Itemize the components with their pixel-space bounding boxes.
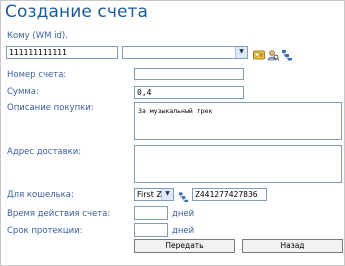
protection-days-input[interactable] — [134, 223, 168, 237]
user-search-icon[interactable] — [267, 46, 280, 61]
address-label: Адрес доставки: — [7, 147, 82, 157]
wallet-type-value: First Z — [137, 190, 162, 199]
recipient-select[interactable]: ▼ — [122, 46, 248, 59]
contacts-list-icon[interactable] — [178, 188, 189, 203]
invoice-form: Создание счета Кому (WM id). 11111111111… — [0, 0, 345, 266]
amount-input[interactable]: 0,4 — [134, 86, 244, 99]
amount-label: Сумма: — [7, 87, 39, 97]
account-number-input[interactable] — [134, 68, 244, 80]
account-number-label: Номер счета: — [7, 70, 67, 80]
chevron-down-icon[interactable]: ▼ — [161, 189, 173, 200]
expiry-days-unit: дней — [172, 209, 195, 219]
expiry-days-input[interactable] — [134, 206, 168, 220]
page-title: Создание счета — [5, 2, 149, 22]
expiry-label: Время действия счета: — [7, 209, 111, 219]
contacts-list-icon[interactable] — [281, 46, 293, 61]
recipient-wmid-input[interactable]: 111111111111 — [6, 46, 118, 59]
recipient-label: Кому (WM id). — [7, 31, 68, 41]
wallet-label: Для кошелька: — [7, 190, 74, 200]
wallet-type-select[interactable]: First Z ▼ — [134, 188, 174, 201]
protection-days-unit: дней — [172, 226, 195, 236]
description-label: Описание покупки: — [7, 103, 94, 113]
back-button[interactable]: Назад — [242, 239, 343, 253]
submit-button[interactable]: Передать — [134, 239, 235, 253]
chevron-down-icon[interactable]: ▼ — [235, 47, 247, 58]
description-textarea[interactable]: За музыкальный трек — [134, 102, 342, 140]
protection-label: Срок протекции: — [7, 226, 83, 236]
wallet-card-icon[interactable] — [253, 46, 265, 60]
address-textarea[interactable] — [134, 145, 342, 183]
wallet-number-input[interactable]: Z441277427836 — [192, 188, 267, 201]
